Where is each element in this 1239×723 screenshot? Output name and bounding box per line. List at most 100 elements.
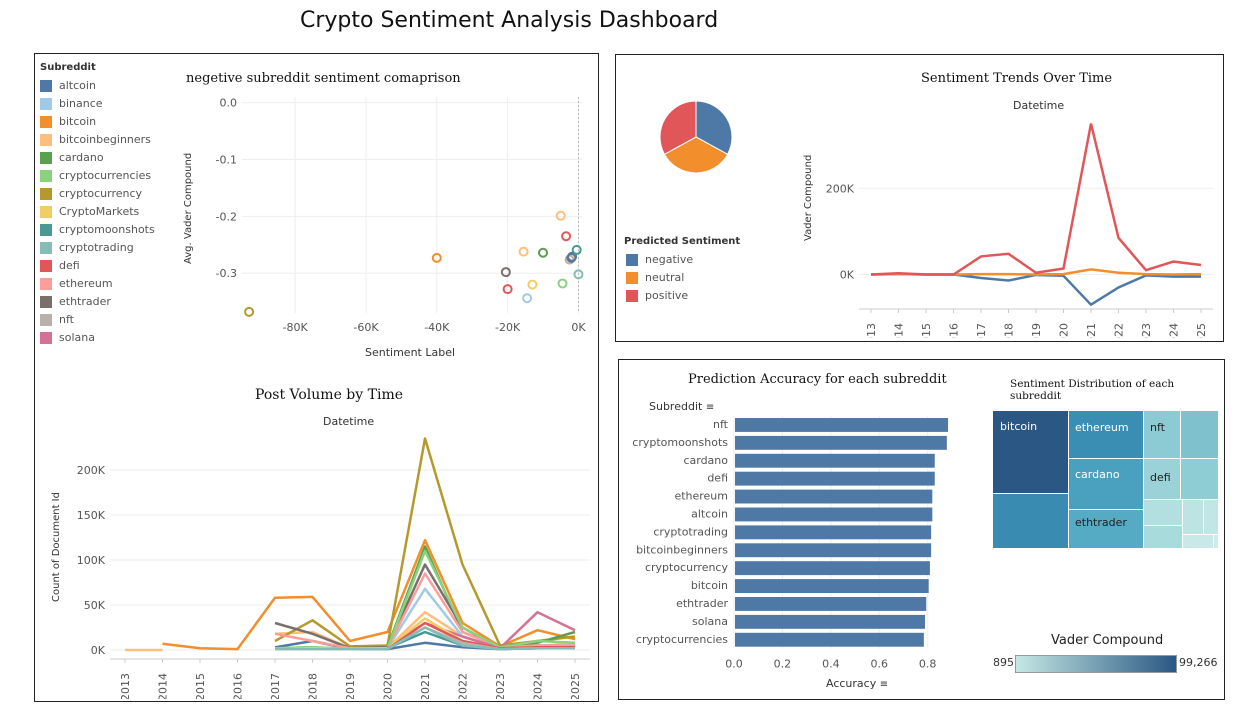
legend-item-cryptocurrency[interactable]: cryptocurrency xyxy=(40,187,142,200)
legend-item-nft[interactable]: nft xyxy=(40,313,74,326)
x-tick-label: 2020 xyxy=(1058,323,1071,338)
volume-chart[interactable]: 200K 150K 100K 50K 0K 2013 2014 2015 2016 2017 201… xyxy=(65,429,595,699)
y-tick-label: 200K xyxy=(826,182,855,195)
treemap-cell[interactable] xyxy=(993,494,1068,548)
treemap-cell[interactable] xyxy=(1183,500,1203,534)
x-tick-label: 2022 xyxy=(1113,323,1126,338)
scatter-point-ethtrader xyxy=(500,267,511,278)
legend-item-cardano[interactable]: cardano xyxy=(40,151,104,164)
legend-item-defi[interactable]: defi xyxy=(40,259,80,272)
trend-line-positive xyxy=(870,123,1202,276)
legend-item-bitcoinbeginners[interactable]: bitcoinbeginners xyxy=(40,133,151,146)
legend-item-cryptomarkets[interactable]: CryptoMarkets xyxy=(40,205,139,218)
treemap-label-bitcoin: bitcoin xyxy=(1000,420,1038,433)
trend-line-negative xyxy=(870,272,1201,307)
treemap-label-ethereum: ethereum xyxy=(1075,421,1129,434)
accuracy-bar-cryptocurrency xyxy=(735,561,930,576)
category-label: cryptomoonshots xyxy=(632,436,728,449)
x-tick-label: 2024 xyxy=(532,673,545,699)
accuracy-bar-bitcoin xyxy=(735,579,929,593)
x-tick-label: 2017 xyxy=(975,323,988,338)
treemap-label-nft: nft xyxy=(1150,421,1165,434)
treemap-cell[interactable] xyxy=(1144,500,1182,525)
x-tick-label: 2023 xyxy=(494,673,507,699)
trends-title: Sentiment Trends Over Time xyxy=(921,71,1113,86)
y-tick-label: -0.3 xyxy=(216,267,237,280)
legend-label: cryptocurrency xyxy=(59,187,143,200)
pie-legend-item-neutral[interactable]: neutral xyxy=(626,271,684,284)
bottom-right-panel: Prediction Accuracy for each subreddit S… xyxy=(618,359,1225,700)
legend-label: solana xyxy=(59,331,95,344)
accuracy-bar-cardano xyxy=(735,453,935,468)
legend-swatch xyxy=(40,79,52,92)
category-label: bitcoin xyxy=(691,579,728,592)
legend-item-altcoin[interactable]: altcoin xyxy=(40,79,96,92)
treemap-cell[interactable] xyxy=(1183,535,1213,548)
accuracy-bar-ethereum xyxy=(735,489,933,504)
y-tick-label: -0.1 xyxy=(216,154,237,167)
y-tick-label: 0K xyxy=(840,269,855,282)
treemap[interactable]: bitcoin ethereum cardano ethtrader nft d… xyxy=(993,411,1218,548)
legend-label: cryptocurrencies xyxy=(59,169,152,182)
category-label: altcoin xyxy=(691,508,728,521)
accuracy-bar-cryptocurrencies xyxy=(735,632,924,647)
treemap-cell-cardano[interactable] xyxy=(1069,459,1143,509)
legend-label: nft xyxy=(59,313,74,326)
legend-swatch xyxy=(626,253,638,266)
legend-label: CryptoMarkets xyxy=(59,205,140,218)
treemap-cell[interactable] xyxy=(1144,526,1182,548)
legend-label: cryptomoonshots xyxy=(59,223,155,236)
accuracy-title: Prediction Accuracy for each subreddit xyxy=(688,372,947,387)
x-tick-label: 2013 xyxy=(119,673,132,699)
legend-item-solana[interactable]: solana xyxy=(40,331,95,344)
accuracy-xlabel-wrap[interactable]: Accuracy ≡ xyxy=(826,677,888,690)
trends-header: Datetime xyxy=(1013,99,1065,112)
pie-legend-item-negative[interactable]: negative xyxy=(626,253,693,266)
y-tick-label: 200K xyxy=(77,464,106,477)
legend-item-bitcoin[interactable]: bitcoin xyxy=(40,115,96,128)
category-label: cryptotrading xyxy=(653,525,728,538)
scatter-point-bitcoinbeginners xyxy=(518,246,529,257)
legend-label: binance xyxy=(59,97,103,110)
legend-item-ethtrader[interactable]: ethtrader xyxy=(40,295,111,308)
treemap-cell[interactable] xyxy=(1204,500,1218,534)
legend-label: ethtrader xyxy=(59,295,111,308)
sentiment-pie[interactable] xyxy=(656,97,736,177)
accuracy-bar-solana xyxy=(735,614,926,629)
x-tick-label: 0.4 xyxy=(822,658,840,671)
scatter-point-cryptomoonshots xyxy=(571,244,582,255)
legend-item-cryptotrading[interactable]: cryptotrading xyxy=(40,241,134,254)
y-tick-label: -0.2 xyxy=(216,210,237,223)
legend-swatch xyxy=(40,115,52,128)
sort-icon[interactable]: ≡ xyxy=(880,679,888,690)
legend-swatch xyxy=(40,205,52,218)
x-tick-label: -20K xyxy=(495,321,521,334)
legend-item-cryptocurrencies[interactable]: cryptocurrencies xyxy=(40,169,151,182)
legend-item-ethereum[interactable]: ethereum xyxy=(40,277,113,290)
accuracy-bar-defi xyxy=(735,471,935,486)
x-tick-label: 2019 xyxy=(1030,323,1043,338)
x-tick-label: 0.6 xyxy=(871,658,889,671)
x-tick-label: 2014 xyxy=(157,673,170,699)
legend-swatch xyxy=(626,271,638,284)
treemap-cell-nft[interactable] xyxy=(1144,411,1180,458)
category-label: cryptocurrencies xyxy=(636,633,728,646)
volume-header: Datetime xyxy=(323,415,375,428)
accuracy-bar-cryptotrading xyxy=(735,525,932,540)
color-legend-max: 99,266 xyxy=(1179,656,1218,669)
x-tick-label: 0.0 xyxy=(725,658,743,671)
category-label: ethtrader xyxy=(676,597,728,610)
legend-item-binance[interactable]: binance xyxy=(40,97,103,110)
pie-legend-item-positive[interactable]: positive xyxy=(626,289,688,302)
legend-item-cryptomoonshots[interactable]: cryptomoonshots xyxy=(40,223,155,236)
treemap-cell[interactable] xyxy=(1181,459,1218,499)
trends-chart[interactable]: 200K 0K 2013 2014 2015 2016 2017 2018 2019 2020 20… xyxy=(816,113,1216,338)
treemap-cell[interactable] xyxy=(1181,411,1218,458)
treemap-cell[interactable] xyxy=(1214,535,1218,548)
scatter-point-cryptocurrencies xyxy=(557,278,568,289)
legend-swatch xyxy=(40,259,52,272)
accuracy-chart[interactable]: 0.0 0.2 0.4 0.6 0.8 nft cryptomoonshots cardano… xyxy=(624,412,969,672)
treemap-cell-ethereum[interactable] xyxy=(1069,411,1143,458)
scatter-point-bitcoinbeginners xyxy=(555,210,566,221)
top-right-panel: Predicted Sentiment negative neutral posit… xyxy=(615,54,1224,342)
